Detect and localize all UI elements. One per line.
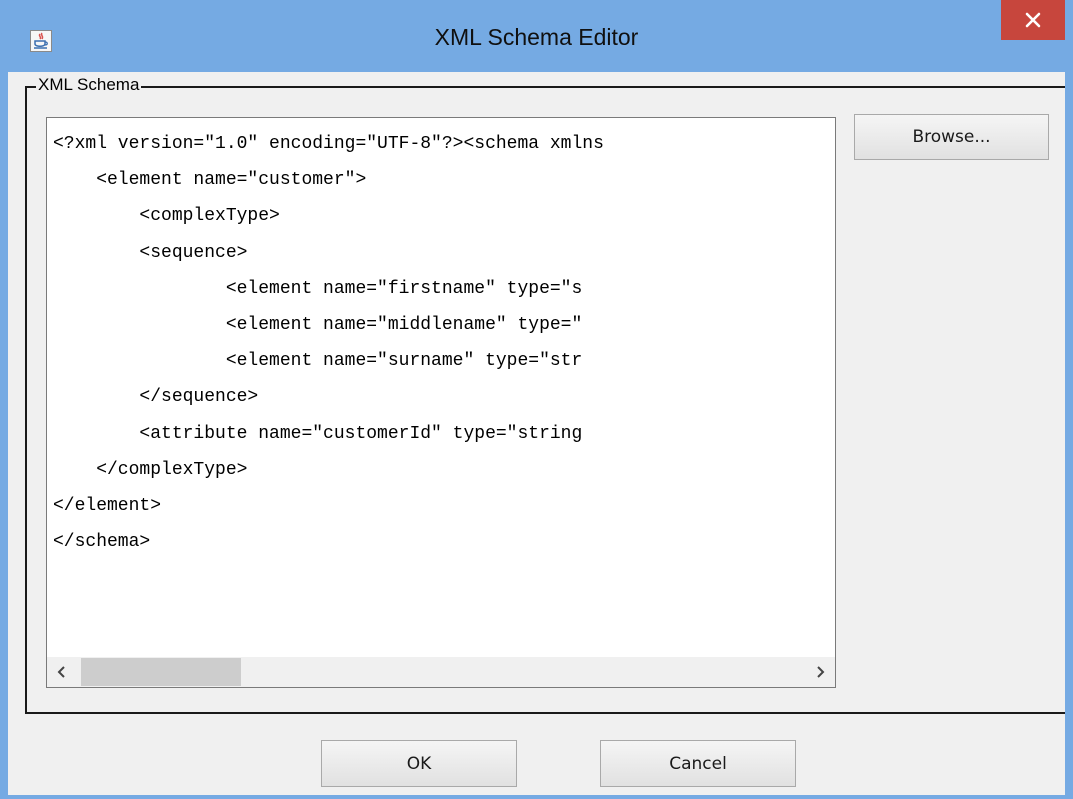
code-line: </schema> [53,532,151,553]
chevron-right-icon [817,666,825,678]
code-line: </element> [53,495,162,516]
code-line: </sequence> [53,387,259,408]
ok-button[interactable]: OK [321,740,517,787]
dialog-window: XML Schema Editor XML Schema <?xml versi… [0,0,1073,799]
group-label: XML Schema [36,75,142,95]
scroll-left-button[interactable] [47,657,77,687]
code-line: <element name="surname" type="str [53,351,583,372]
code-line: <element name="middlename" type=" [53,314,583,335]
code-line: <element name="customer"> [53,170,367,191]
chevron-left-icon [57,666,65,678]
code-line: <element name="firstname" type="s [53,278,583,299]
schema-code[interactable]: <?xml version="1.0" encoding="UTF-8"?><s… [53,126,833,662]
scrollbar-thumb[interactable] [81,658,241,686]
code-line: </complexType> [53,459,248,480]
code-line: <complexType> [53,206,280,227]
close-icon [1025,12,1041,28]
code-line: <sequence> [53,242,248,263]
code-line: <attribute name="customerId" type="strin… [53,423,583,444]
scroll-right-button[interactable] [805,657,835,687]
close-button[interactable] [1001,0,1065,40]
browse-button[interactable]: Browse... [854,114,1049,160]
title-bar[interactable]: XML Schema Editor [0,0,1073,72]
window-title: XML Schema Editor [434,24,639,50]
cancel-button[interactable]: Cancel [600,740,796,787]
schema-text-area[interactable]: <?xml version="1.0" encoding="UTF-8"?><s… [46,117,836,688]
horizontal-scrollbar[interactable] [47,657,835,687]
code-line: <?xml version="1.0" encoding="UTF-8"?><s… [53,134,604,154]
